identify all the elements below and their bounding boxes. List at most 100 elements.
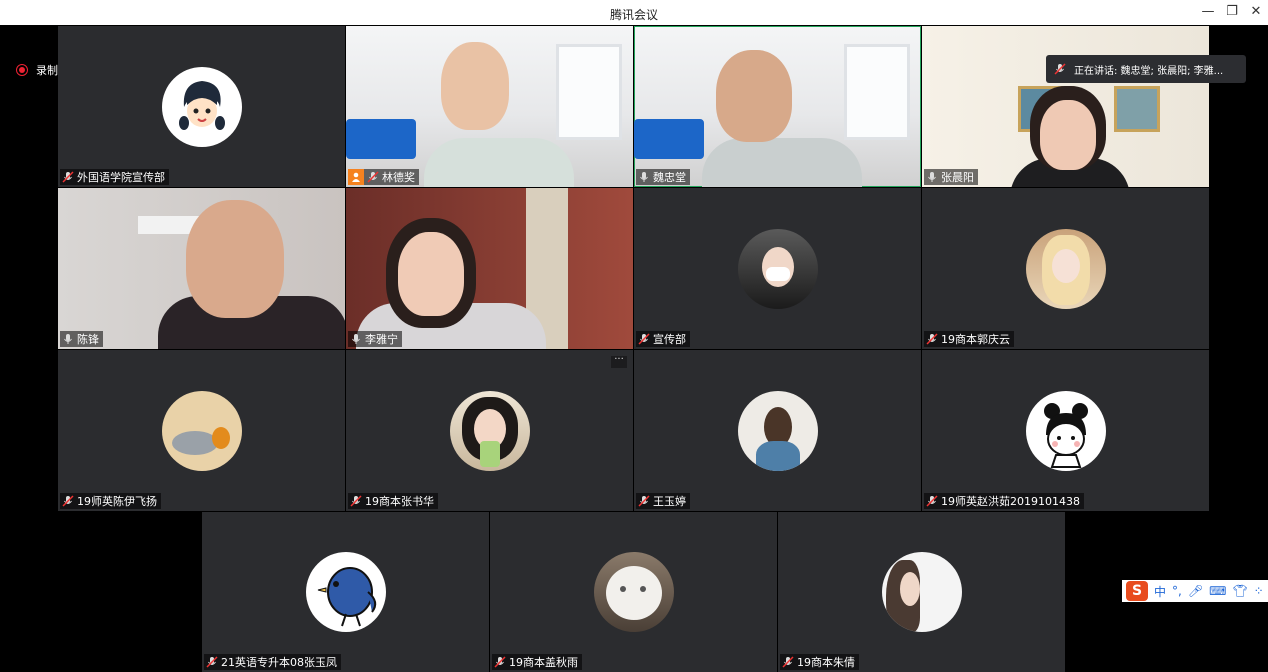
sofa-background bbox=[346, 119, 416, 159]
participant-name: 外国语学院宣传部 bbox=[77, 171, 165, 184]
nametag: 19师英赵洪茹2019101438 bbox=[924, 493, 1084, 509]
participant-tile[interactable]: 魏忠堂 bbox=[634, 26, 921, 187]
mic-muted-icon bbox=[638, 495, 650, 507]
mic-muted-icon bbox=[926, 333, 938, 345]
nametag: 王玉婷 bbox=[636, 493, 690, 509]
avatar bbox=[881, 552, 962, 632]
sogou-logo-icon[interactable]: S bbox=[1126, 581, 1148, 601]
nametag: 21英语专升本08张玉凤 bbox=[204, 654, 341, 670]
mic-icon bbox=[928, 172, 936, 182]
mic-muted-icon bbox=[206, 656, 218, 668]
participant-tile[interactable]: 外国语学院宣传部 bbox=[58, 26, 345, 187]
more-options-button[interactable]: ··· bbox=[611, 355, 627, 368]
participant-name: 林德奖 bbox=[382, 171, 415, 184]
person-shirt bbox=[702, 138, 862, 187]
person-face bbox=[441, 42, 509, 130]
avatar bbox=[737, 390, 818, 471]
keyboard-icon[interactable]: ⌨︎ bbox=[1209, 584, 1226, 598]
participant-tile[interactable]: 21英语专升本08张玉凤 bbox=[202, 512, 489, 672]
ime-toolbar[interactable]: S 中 °, 🎤︎ ⌨︎ 👕︎ ⁘ bbox=[1122, 580, 1268, 602]
nametag: 外国语学院宣传部 bbox=[60, 169, 169, 185]
mic-icon bbox=[640, 172, 648, 182]
participant-name: 王玉婷 bbox=[653, 495, 686, 508]
participant-name: 张晨阳 bbox=[941, 171, 974, 184]
avatar bbox=[449, 390, 530, 471]
person-face bbox=[186, 200, 284, 318]
avatar bbox=[161, 390, 242, 471]
participant-name: 21英语专升本08张玉凤 bbox=[221, 656, 337, 669]
nametag: 19商本张书华 bbox=[348, 493, 438, 509]
ime-mode[interactable]: 中 bbox=[1154, 583, 1166, 600]
avatar bbox=[737, 228, 818, 309]
wall-painting bbox=[1114, 86, 1160, 132]
window-background bbox=[556, 44, 622, 140]
mic-muted-icon bbox=[494, 656, 506, 668]
participant-tile[interactable]: 宣传部 bbox=[634, 188, 921, 349]
avatar bbox=[1025, 390, 1106, 471]
nametag: 宣传部 bbox=[636, 331, 690, 347]
participant-tile[interactable]: 林德奖 bbox=[346, 26, 633, 187]
participant-name: 19师英赵洪茹2019101438 bbox=[941, 495, 1080, 508]
nametag: 魏忠堂 bbox=[636, 169, 690, 185]
nametag: 林德奖 bbox=[348, 169, 419, 185]
participant-name: 李雅宁 bbox=[365, 333, 398, 346]
mic-icon bbox=[352, 334, 360, 344]
grid-icon[interactable]: ⁘ bbox=[1254, 584, 1264, 598]
close-icon[interactable]: ✕ bbox=[1246, 3, 1266, 21]
nametag: 19商本朱倩 bbox=[780, 654, 859, 670]
mic-muted-icon bbox=[926, 495, 938, 507]
participant-tile[interactable]: 王玉婷 bbox=[634, 350, 921, 511]
participant-name: 19商本盖秋雨 bbox=[509, 656, 578, 669]
participant-tile[interactable]: ··· 19商本张书华 bbox=[346, 350, 633, 511]
mic-icon[interactable]: 🎤︎ bbox=[1188, 584, 1203, 598]
person-face bbox=[398, 232, 464, 316]
participant-name: 19师英陈伊飞扬 bbox=[77, 495, 157, 508]
punctuation-icon[interactable]: °, bbox=[1172, 584, 1182, 598]
participant-tile[interactable]: 19商本朱倩 bbox=[778, 512, 1065, 672]
person-shirt bbox=[424, 138, 574, 187]
nametag: 张晨阳 bbox=[924, 169, 978, 185]
participant-name: 宣传部 bbox=[653, 333, 686, 346]
participant-tile[interactable]: 19商本郭庆云 bbox=[922, 188, 1209, 349]
mic-muted-icon bbox=[1054, 63, 1066, 75]
avatar bbox=[161, 66, 242, 147]
nametag: 19商本盖秋雨 bbox=[492, 654, 582, 670]
window-background bbox=[844, 44, 910, 140]
nametag: 陈锋 bbox=[60, 331, 103, 347]
mic-muted-icon bbox=[638, 333, 650, 345]
sofa-background bbox=[634, 119, 704, 159]
mic-muted-icon bbox=[782, 656, 794, 668]
participant-tile[interactable]: 陈锋 bbox=[58, 188, 345, 349]
avatar bbox=[593, 552, 674, 632]
shirt-icon[interactable]: 👕︎ bbox=[1232, 584, 1247, 598]
participant-tile[interactable]: 19商本盖秋雨 bbox=[490, 512, 777, 672]
mic-muted-icon bbox=[367, 171, 379, 183]
participant-tile[interactable]: 李雅宁 bbox=[346, 188, 633, 349]
avatar bbox=[305, 552, 386, 632]
mic-muted-icon bbox=[62, 495, 74, 507]
participant-tile[interactable]: 19师英赵洪茹2019101438 bbox=[922, 350, 1209, 511]
nametag: 李雅宁 bbox=[348, 331, 402, 347]
avatar bbox=[1025, 228, 1106, 309]
participant-tile[interactable]: 张晨阳 bbox=[922, 26, 1209, 187]
participant-name: 陈锋 bbox=[77, 333, 99, 346]
record-icon bbox=[16, 64, 28, 76]
speaking-text: 正在讲话: 魏忠堂; 张晨阳; 李雅... bbox=[1074, 65, 1224, 77]
person-face bbox=[1040, 100, 1096, 170]
minimize-icon[interactable]: — bbox=[1198, 3, 1218, 21]
participant-name: 19商本张书华 bbox=[365, 495, 434, 508]
window-title: 腾讯会议 bbox=[609, 8, 658, 22]
restore-icon[interactable]: ❐ bbox=[1222, 3, 1242, 21]
speaking-indicator: 正在讲话: 魏忠堂; 张晨阳; 李雅... bbox=[1046, 55, 1246, 83]
mic-muted-icon bbox=[350, 495, 362, 507]
title-bar: 腾讯会议 — ❐ ✕ bbox=[0, 0, 1268, 25]
participant-name: 19商本朱倩 bbox=[797, 656, 855, 669]
mic-muted-icon bbox=[62, 171, 74, 183]
participant-name: 19商本郭庆云 bbox=[941, 333, 1010, 346]
mic-icon bbox=[64, 334, 72, 344]
participant-tile[interactable]: 19师英陈伊飞扬 bbox=[58, 350, 345, 511]
participant-name: 魏忠堂 bbox=[653, 171, 686, 184]
host-icon bbox=[348, 169, 364, 185]
nametag: 19商本郭庆云 bbox=[924, 331, 1014, 347]
nametag: 19师英陈伊飞扬 bbox=[60, 493, 161, 509]
